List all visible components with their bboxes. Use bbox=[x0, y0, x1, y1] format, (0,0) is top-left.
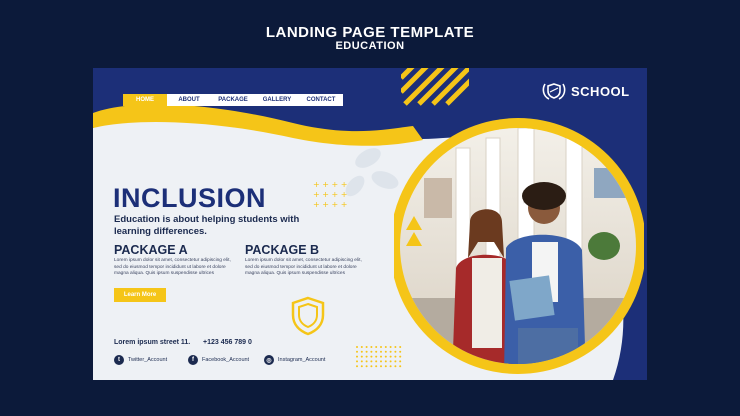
instagram-icon: ◎ bbox=[264, 355, 274, 365]
social-instagram-label: Instagram_Account bbox=[278, 357, 326, 363]
package-b-title: PACKAGE B bbox=[245, 243, 320, 257]
package-a-text: Lorem ipsum dolor sit amet, consectetur … bbox=[114, 258, 231, 277]
twitter-icon: t bbox=[114, 355, 124, 365]
nav-item-about[interactable]: ABOUT bbox=[167, 97, 211, 103]
shield-laurel-icon bbox=[542, 83, 566, 100]
learn-more-button[interactable]: Learn More bbox=[114, 288, 166, 302]
brand-logo[interactable]: SCHOOL bbox=[541, 81, 630, 101]
contact-address: Lorem ipsum street 11. bbox=[114, 339, 191, 346]
social-twitter-label: Twitter_Account bbox=[128, 357, 168, 363]
dot-pattern-decoration bbox=[356, 346, 402, 368]
hero-subtitle: Education is about helping students with… bbox=[114, 214, 300, 238]
svg-text:+ + + +: + + + + bbox=[313, 190, 347, 199]
svg-text:+ + + +: + + + + bbox=[313, 180, 347, 189]
brand-name: SCHOOL bbox=[571, 83, 630, 99]
page-title: LANDING PAGE TEMPLATE bbox=[265, 24, 475, 41]
nav-item-package[interactable]: PACKAGE bbox=[211, 97, 255, 103]
social-facebook-label: Facebook_Account bbox=[202, 357, 250, 363]
nav-item-contact[interactable]: CONTACT bbox=[299, 97, 343, 103]
social-facebook[interactable]: f Facebook_Account bbox=[188, 355, 249, 365]
package-b-text: Lorem ipsum dolor sit amet, consectetur … bbox=[245, 258, 362, 277]
facebook-icon: f bbox=[188, 355, 198, 365]
nav-item-home[interactable]: HOME bbox=[123, 94, 167, 106]
social-twitter[interactable]: t Twitter_Account bbox=[114, 355, 167, 365]
nav-item-gallery[interactable]: GALLERY bbox=[255, 97, 299, 103]
top-nav: HOME ABOUT PACKAGE GALLERY CONTACT bbox=[123, 94, 343, 106]
page-subtitle: EDUCATION bbox=[335, 40, 405, 52]
students-photo bbox=[394, 118, 644, 374]
plus-pattern-decoration: + + + + + + + + + + + + bbox=[313, 180, 347, 208]
social-instagram[interactable]: ◎ Instagram_Account bbox=[264, 355, 325, 365]
hero-heading: INCLUSION bbox=[113, 183, 266, 213]
striped-circle-decoration bbox=[401, 68, 469, 108]
contact-phone[interactable]: +123 456 789 0 bbox=[203, 339, 252, 346]
shield-icon bbox=[291, 296, 325, 336]
svg-text:+ + + +: + + + + bbox=[313, 200, 347, 208]
package-a-title: PACKAGE A bbox=[114, 243, 188, 257]
